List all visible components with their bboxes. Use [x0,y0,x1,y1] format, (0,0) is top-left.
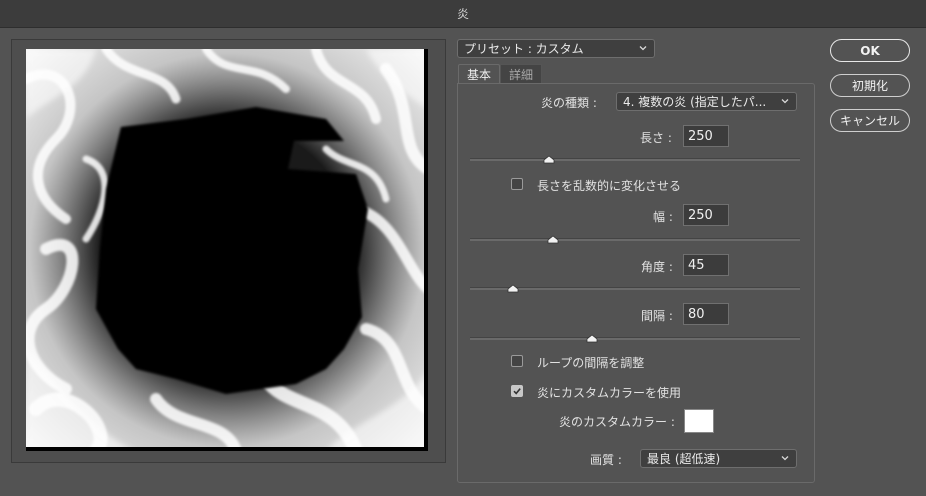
adjust-loop-interval-checkbox[interactable] [511,355,523,367]
tab-basic[interactable]: 基本 [458,64,501,83]
chevron-down-icon [780,453,790,463]
custom-color-swatch[interactable] [684,409,714,433]
cancel-button[interactable]: キャンセル [830,109,910,132]
adjust-loop-interval-label: ループの間隔を調整 [537,356,645,370]
tab-advanced[interactable]: 詳細 [500,64,543,83]
flame-preview-image[interactable] [26,49,428,451]
flame-type-value: 4. 複数の炎 (指定したパ... [623,95,767,109]
angle-input[interactable]: 45 [683,254,729,276]
length-slider[interactable] [470,158,800,161]
angle-slider-thumb[interactable] [507,284,519,293]
chevron-down-icon [638,43,648,53]
use-custom-color-checkbox[interactable] [511,385,523,397]
custom-color-label: 炎のカスタムカラー : [559,415,675,429]
flame-type-select[interactable]: 4. 複数の炎 (指定したパ... [616,92,797,111]
width-input[interactable]: 250 [683,204,729,226]
interval-input[interactable]: 80 [683,303,729,325]
interval-slider-thumb[interactable] [586,334,598,343]
quality-value: 最良 (超低速) [647,452,721,466]
length-slider-thumb[interactable] [543,155,555,164]
reset-button[interactable]: 初期化 [830,74,910,97]
flame-type-label: 炎の種類 : [541,96,597,110]
dialog-title: 炎 [456,7,469,21]
width-slider-thumb[interactable] [547,235,559,244]
width-label: 幅 : [653,210,673,224]
width-slider[interactable] [470,238,800,241]
angle-slider[interactable] [470,287,800,290]
interval-slider[interactable] [470,337,800,340]
quality-label: 画質 : [590,453,622,467]
chevron-down-icon [780,96,790,106]
length-input[interactable]: 250 [683,125,729,147]
length-label: 長さ : [640,131,672,145]
use-custom-color-label: 炎にカスタムカラーを使用 [537,386,682,400]
ok-button[interactable]: OK [830,39,910,62]
dialog-titlebar: 炎 [0,0,926,28]
preset-select-value: プリセット : カスタム [464,42,584,56]
flame-preview-graphic [26,49,424,447]
preset-select[interactable]: プリセット : カスタム [457,39,655,58]
tab-bar: 基本 詳細 [458,64,543,83]
randomize-length-checkbox[interactable] [511,178,523,190]
interval-label: 間隔 : [641,309,673,323]
randomize-length-label: 長さを乱数的に変化させる [537,179,682,193]
quality-select[interactable]: 最良 (超低速) [640,449,797,468]
angle-label: 角度 : [641,260,673,274]
